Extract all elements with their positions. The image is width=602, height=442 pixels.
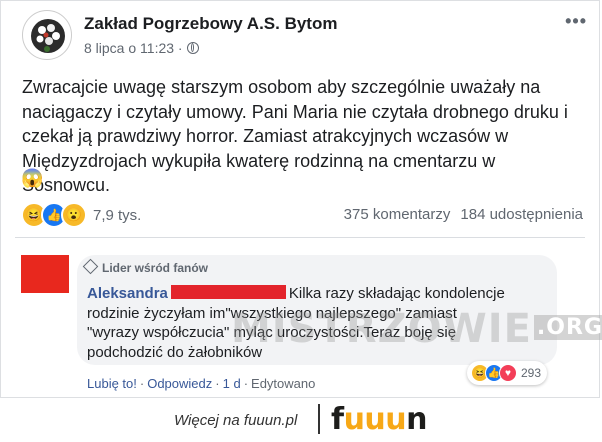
scream-emoji-icon: 😱 <box>21 168 44 188</box>
comment-author[interactable]: Aleksandra <box>87 285 168 302</box>
comment-actions: Lubię to! · Odpowiedz · 1 d · Edytowano <box>87 376 316 391</box>
reaction-count[interactable]: 7,9 tys. <box>93 207 141 224</box>
watermark-suffix: .ORG <box>533 315 602 340</box>
comment-reactions[interactable]: 😆 👍 ♥ 293 <box>467 361 548 385</box>
post-text: Zwracajcie uwagę starszym osobom aby szc… <box>22 77 568 195</box>
comments-count[interactable]: 375 komentarzy <box>344 206 451 223</box>
top-fan-badge: Lider wśród fanów <box>82 258 209 275</box>
post-reactions[interactable]: 😆 👍 😮 7,9 tys. <box>21 202 141 228</box>
diamond-icon <box>82 258 99 275</box>
reply-button[interactable]: Odpowiedz <box>147 376 212 391</box>
love-icon: ♥ <box>499 364 517 382</box>
globe-icon <box>186 42 199 54</box>
divider <box>15 237 585 238</box>
edited-label[interactable]: Edytowano <box>251 376 315 391</box>
like-comment-button[interactable]: Lubię to! <box>87 376 137 391</box>
comment-reaction-count: 293 <box>521 366 542 380</box>
footer-text[interactable]: Więcej na fuuun.pl <box>174 412 297 429</box>
post-timestamp[interactable]: 8 lipca o 11:23 · <box>84 40 199 56</box>
watermark-main: MISTRZOWIE <box>231 306 532 352</box>
redacted-commenter-avatar <box>21 255 69 293</box>
wow-icon: 😮 <box>61 202 87 228</box>
facebook-post: Zakład Pogrzebowy A.S. Bytom 8 lipca o 1… <box>0 0 602 398</box>
page-avatar[interactable] <box>22 10 72 60</box>
footer-banner: Więcej na fuuun.pl fuuun <box>0 398 602 442</box>
page-name[interactable]: Zakład Pogrzebowy A.S. Bytom <box>84 14 337 34</box>
fuuun-logo[interactable]: fuuun <box>331 402 428 437</box>
redaction-bar <box>170 285 286 299</box>
more-options-icon[interactable]: ••• <box>565 11 587 32</box>
top-fan-label: Lider wśród fanów <box>102 261 209 275</box>
comment-time[interactable]: 1 d <box>223 376 241 391</box>
post-stats: 375 komentarzy 184 udostępnienia <box>344 206 583 223</box>
flower-wreath-icon <box>31 19 65 53</box>
watermark: MISTRZOWIE .ORG <box>231 306 602 352</box>
post-date[interactable]: 8 lipca o 11:23 · <box>84 40 183 56</box>
footer-divider <box>318 404 320 434</box>
shares-count[interactable]: 184 udostępnienia <box>460 206 583 223</box>
